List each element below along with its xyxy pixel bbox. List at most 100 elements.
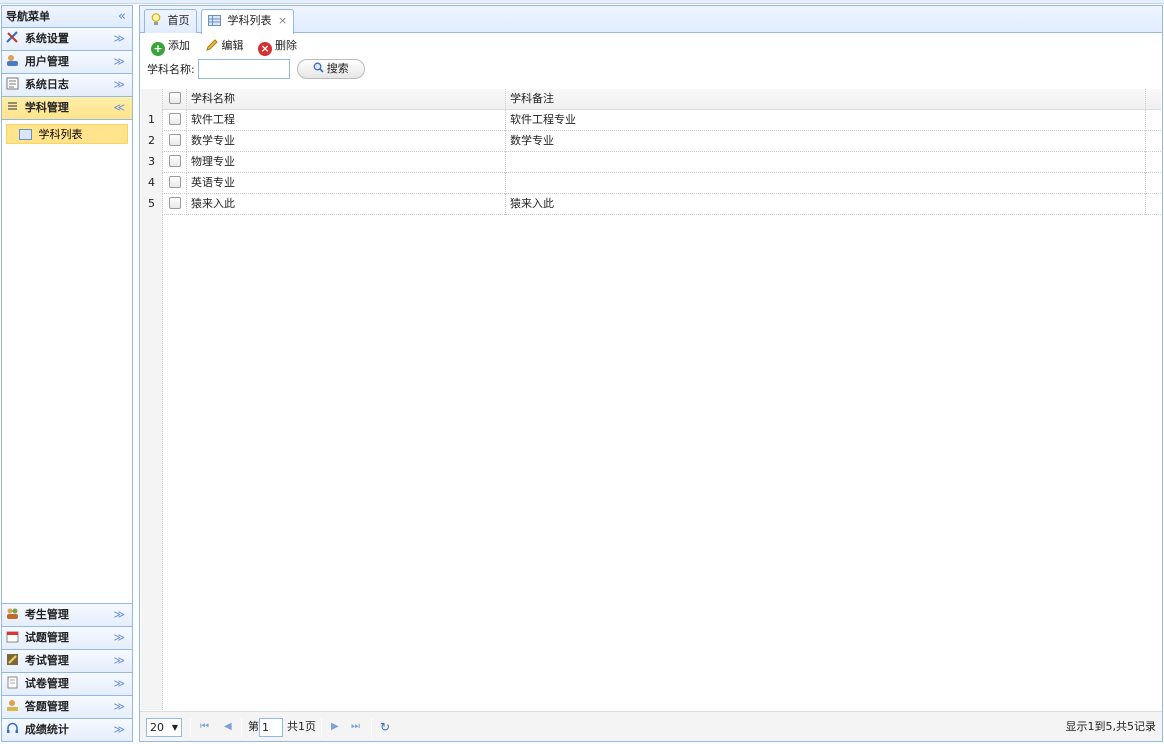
cell-subject-name: 英语专业 [187,173,506,194]
separator [190,718,191,737]
table-row[interactable]: 5 猿来入此 猿来入此 [141,194,1161,215]
edit-button-label: 编辑 [221,39,244,52]
sidebar-item-label: 用户管理 [24,55,69,68]
separator [321,718,322,737]
table-row[interactable]: 4 英语专业 [141,173,1161,194]
search-button-label: 搜索 [326,62,349,75]
sidebar-item-label: 系统日志 [24,78,69,91]
search-button[interactable]: 搜索 [296,59,365,79]
chevron-up-icon: ≪ [113,101,125,114]
sidebar-item-score-statistics[interactable]: 成绩统计 ≫ [2,719,132,742]
cell-subject-name: 物理专业 [187,152,506,173]
sidebar-item-label: 成绩统计 [24,723,69,736]
sidebar-item-system-settings[interactable]: 系统设置 ≫ [2,28,132,51]
sidebar-item-label: 答题管理 [24,700,69,713]
log-icon [6,77,19,90]
chevron-down-icon: ≫ [113,677,125,690]
sidebar-item-system-log[interactable]: 系统日志 ≫ [2,74,132,97]
chevron-down-icon: ≫ [113,32,125,45]
subject-table: 学科名称 学科备注 1 软件工程 软件工程专业 2 数学专业 数学专业 3 物理… [141,89,1161,215]
next-page-icon[interactable]: ▶ [331,718,339,737]
chevron-down-icon: ≫ [113,631,125,644]
edit-button[interactable]: 编辑 [205,38,244,53]
row-number: 1 [141,110,163,131]
cell-subject-note [506,173,1146,194]
table-row[interactable]: 2 数学专业 数学专业 [141,131,1161,152]
page-size-value: 20 [150,721,164,734]
pencil-icon [205,39,218,51]
collapse-sidebar-icon[interactable]: « [118,6,126,27]
tab-bar: 首页 学科列表 × [140,6,1162,34]
separator [241,718,242,737]
sidebar-item-answer-management[interactable]: 答题管理 ≫ [2,696,132,719]
header-rownum [141,89,163,110]
cell-subject-name: 数学专业 [187,131,506,152]
tools-icon [6,31,18,43]
answer-icon [7,700,18,711]
toolbar: + 添加 编辑 × 删除 [140,33,1162,57]
sidebar-item-label: 试题管理 [24,631,69,644]
sidebar-header: 导航菜单 « [2,6,132,28]
row-checkbox[interactable] [163,173,187,194]
row-checkbox[interactable] [163,194,187,215]
row-checkbox[interactable] [163,131,187,152]
refresh-icon[interactable]: ↻ [380,718,390,737]
first-page-icon[interactable]: ⏮ [200,718,209,737]
add-button-label: 添加 [168,39,190,52]
row-checkbox[interactable] [163,110,187,131]
sidebar-item-paper-management[interactable]: 试卷管理 ≫ [2,673,132,696]
exam-icon [7,654,18,665]
select-all-checkbox[interactable] [163,89,187,110]
headset-icon [7,722,18,733]
page-size-select[interactable]: 20 ▼ [146,718,182,737]
sidebar-item-exam-management[interactable]: 考试管理 ≫ [2,650,132,673]
header-subject-name[interactable]: 学科名称 [187,89,506,110]
students-icon [7,608,18,619]
search-bar: 学科名称: 搜索 [140,57,1162,82]
sidebar-item-question-management[interactable]: 试题管理 ≫ [2,627,132,650]
calendar-icon [6,631,19,643]
sidebar-item-student-management[interactable]: 考生管理 ≫ [2,604,132,627]
bulb-icon [151,13,161,25]
tab-home[interactable]: 首页 [144,9,197,33]
cell-subject-note: 数学专业 [506,131,1146,152]
page-number-input[interactable]: 1 [259,718,283,737]
add-button[interactable]: + 添加 [151,39,190,56]
subject-name-input[interactable] [198,59,291,79]
cell-subject-note: 软件工程专业 [506,110,1146,131]
sidebar-item-subject-management[interactable]: 学科管理 ≪ [2,97,132,120]
sidebar-item-label: 系统设置 [24,32,69,45]
table-header: 学科名称 学科备注 [141,89,1161,110]
header-subject-note[interactable]: 学科备注 [506,89,1146,110]
row-checkbox[interactable] [163,152,187,173]
cell-subject-name: 猿来入此 [187,194,506,215]
sidebar-item-label: 学科管理 [24,101,69,114]
chevron-down-icon: ≫ [113,654,125,667]
record-summary: 显示1到5,共5记录 [1065,720,1157,733]
sidebar-item-label: 考生管理 [24,608,69,621]
table-icon [208,15,221,26]
tab-subject-list[interactable]: 学科列表 × [201,9,295,34]
page-prefix-label: 第 [248,720,259,733]
row-number: 4 [141,173,163,194]
delete-button[interactable]: × 删除 [258,39,297,56]
tab-label: 首页 [167,14,190,27]
prev-page-icon[interactable]: ◀ [224,718,232,737]
sidebar-item-label: 考试管理 [24,654,69,667]
sidebar-item-user-management[interactable]: 用户管理 ≫ [2,51,132,74]
dropdown-arrow-icon: ▼ [171,723,178,732]
cell-subject-note [506,152,1146,173]
cell-subject-note: 猿来入此 [506,194,1146,215]
last-page-icon[interactable]: ⏭ [351,718,360,737]
search-icon [313,62,324,73]
table-row[interactable]: 3 物理专业 [141,152,1161,173]
close-icon[interactable]: × [278,14,287,27]
sidebar-item-label: 试卷管理 [24,677,69,690]
sidebar-submenu: 学科列表 [2,120,132,604]
chevron-down-icon: ≫ [113,78,125,91]
sidebar-subitem-subject-list[interactable]: 学科列表 [6,124,128,144]
row-number: 2 [141,131,163,152]
table-row[interactable]: 1 软件工程 软件工程专业 [141,110,1161,131]
tab-label: 学科列表 [227,14,272,27]
sidebar-subitem-label: 学科列表 [38,128,83,141]
